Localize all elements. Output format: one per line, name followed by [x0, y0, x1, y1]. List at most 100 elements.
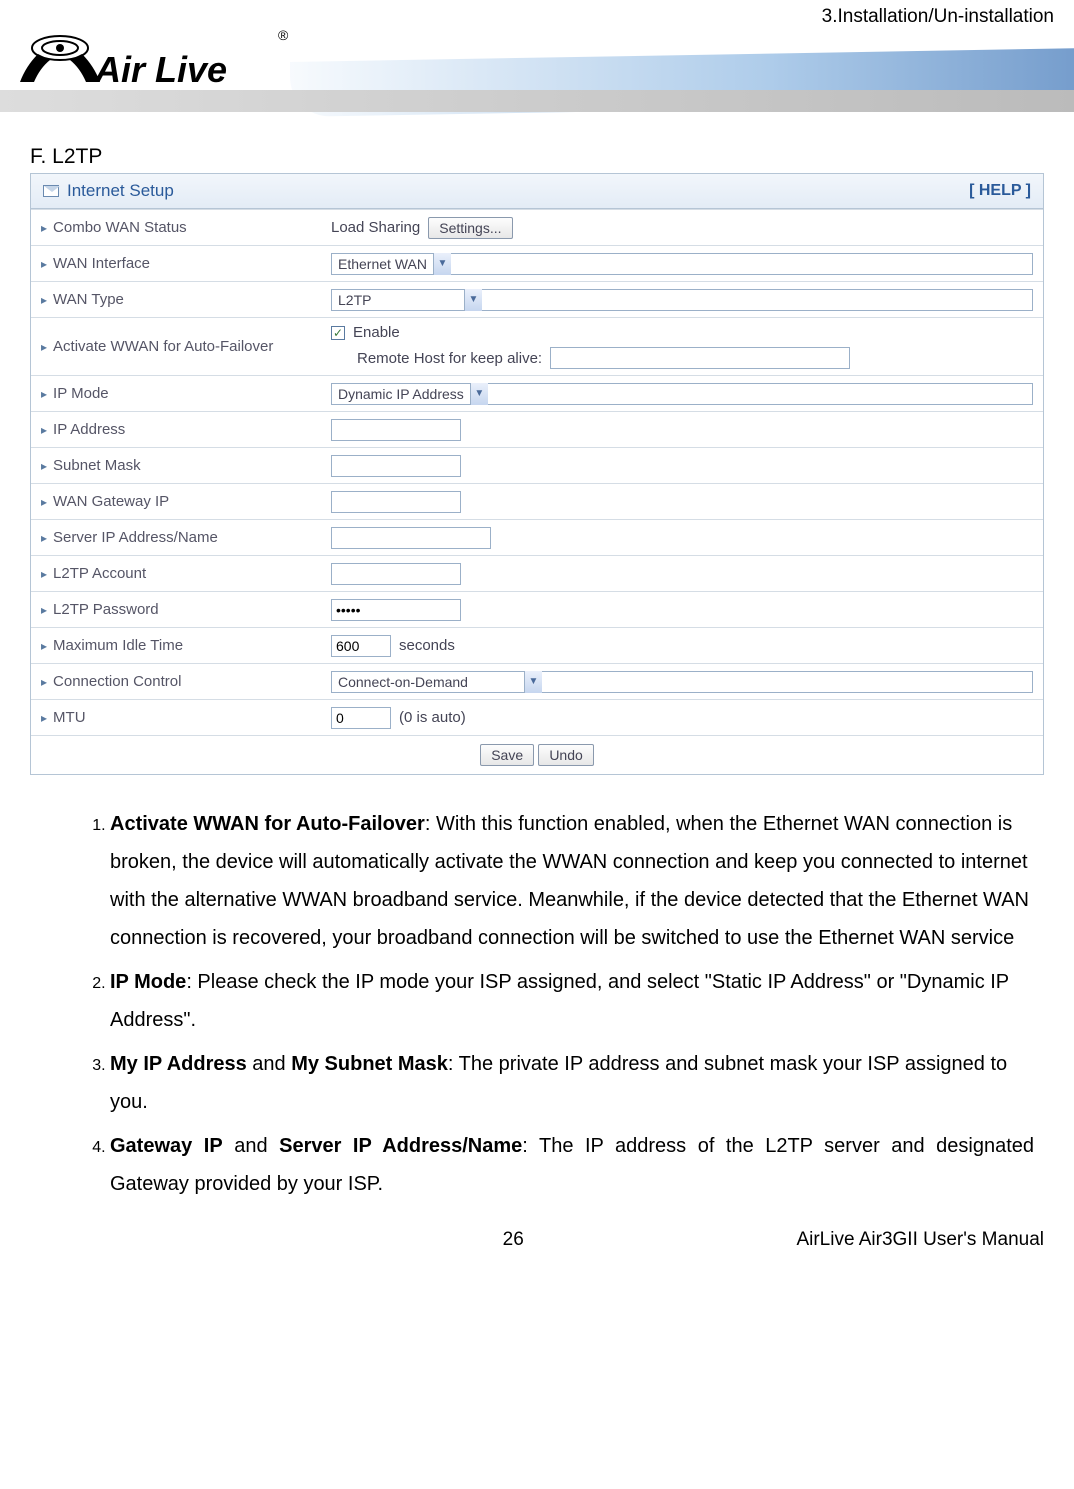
- label-wan-type: WAN Type: [53, 291, 124, 308]
- wan-type-select[interactable]: L2TP ▼: [331, 289, 1033, 311]
- chevron-right-icon: ▸: [41, 567, 47, 581]
- wan-gateway-input[interactable]: [331, 491, 461, 513]
- chevron-down-icon: ▼: [433, 253, 451, 275]
- term-my-ip: My IP Address: [110, 1053, 247, 1075]
- chevron-right-icon: ▸: [41, 423, 47, 437]
- row-activate-wwan: ▸ Activate WWAN for Auto-Failover ✓ Enabl…: [31, 317, 1043, 375]
- server-ip-input[interactable]: [331, 527, 491, 549]
- list-item: Activate WWAN for Auto-Failover: With th…: [110, 805, 1034, 957]
- settings-button[interactable]: Settings...: [428, 217, 512, 239]
- remote-host-input[interactable]: [550, 347, 850, 369]
- term-my-subnet: My Subnet Mask: [291, 1053, 448, 1075]
- term-ip-mode: IP Mode: [110, 971, 186, 993]
- chevron-right-icon: ▸: [41, 639, 47, 653]
- brand-logo: Air Live ®: [20, 20, 290, 105]
- internet-setup-panel: Internet Setup [ HELP ] ▸ Combo WAN Statu…: [30, 173, 1044, 775]
- panel-header: Internet Setup [ HELP ]: [31, 174, 1043, 209]
- row-ip-address: ▸ IP Address: [31, 411, 1043, 447]
- label-l2tp-account: L2TP Account: [53, 565, 146, 582]
- manual-title: AirLive Air3GII User's Manual: [796, 1229, 1044, 1251]
- label-mtu: MTU: [53, 709, 86, 726]
- chevron-right-icon: ▸: [41, 340, 47, 354]
- wan-interface-select[interactable]: Ethernet WAN ▼: [331, 253, 1033, 275]
- label-subnet-mask: Subnet Mask: [53, 457, 141, 474]
- chevron-down-icon: ▼: [524, 671, 542, 693]
- checkbox-checked-icon: ✓: [331, 326, 345, 340]
- wan-interface-value: Ethernet WAN: [338, 256, 427, 272]
- logo-text: Air Live: [94, 49, 227, 90]
- label-activate-wwan: Activate WWAN for Auto-Failover: [53, 338, 273, 355]
- chevron-right-icon: ▸: [41, 675, 47, 689]
- row-ip-mode: ▸ IP Mode Dynamic IP Address ▼: [31, 375, 1043, 411]
- label-enable: Enable: [353, 324, 400, 341]
- connection-control-select[interactable]: Connect-on-Demand ▼: [331, 671, 1033, 693]
- row-combo-wan-status: ▸ Combo WAN Status Load Sharing Settings.…: [31, 209, 1043, 245]
- page-number: 26: [230, 1229, 796, 1251]
- connection-control-value: Connect-on-Demand: [338, 674, 518, 690]
- panel-title: Internet Setup: [67, 181, 174, 201]
- header-breadcrumb: 3.Installation/Un-installation: [822, 6, 1054, 28]
- list-item: Gateway IP and Server IP Address/Name: T…: [110, 1127, 1034, 1203]
- text-item2: : Please check the IP mode your ISP assi…: [110, 971, 1009, 1031]
- chevron-right-icon: ▸: [41, 711, 47, 725]
- chevron-right-icon: ▸: [41, 387, 47, 401]
- list-item: IP Mode: Please check the IP mode your I…: [110, 963, 1034, 1039]
- label-wan-gateway: WAN Gateway IP: [53, 493, 169, 510]
- undo-button[interactable]: Undo: [538, 744, 593, 766]
- chevron-right-icon: ▸: [41, 221, 47, 235]
- label-max-idle: Maximum Idle Time: [53, 637, 183, 654]
- page-footer: 26 AirLive Air3GII User's Manual: [0, 1209, 1074, 1271]
- row-l2tp-password: ▸ L2TP Password: [31, 591, 1043, 627]
- max-idle-input[interactable]: [331, 635, 391, 657]
- row-l2tp-account: ▸ L2TP Account: [31, 555, 1043, 591]
- row-wan-type: ▸ WAN Type L2TP ▼: [31, 281, 1043, 317]
- section-title: F. L2TP: [30, 145, 1044, 169]
- label-remote-host: Remote Host for keep alive:: [357, 350, 542, 367]
- ip-mode-value: Dynamic IP Address: [338, 386, 464, 402]
- l2tp-account-input[interactable]: [331, 563, 461, 585]
- text-and-4: and: [223, 1135, 279, 1157]
- row-connection-control: ▸ Connection Control Connect-on-Demand ▼: [31, 663, 1043, 699]
- logo-registered: ®: [278, 27, 289, 43]
- term-server-ip: Server IP Address/Name: [279, 1135, 522, 1157]
- row-max-idle: ▸ Maximum Idle Time seconds: [31, 627, 1043, 663]
- chevron-right-icon: ▸: [41, 293, 47, 307]
- l2tp-password-input[interactable]: [331, 599, 461, 621]
- mail-icon: [43, 185, 59, 197]
- help-link[interactable]: [ HELP ]: [969, 182, 1031, 200]
- text-and-3: and: [247, 1053, 291, 1075]
- save-button[interactable]: Save: [480, 744, 534, 766]
- label-ip-address: IP Address: [53, 421, 125, 438]
- mtu-input[interactable]: [331, 707, 391, 729]
- chevron-right-icon: ▸: [41, 603, 47, 617]
- list-item: My IP Address and My Subnet Mask: The pr…: [110, 1045, 1034, 1121]
- description-list: Activate WWAN for Auto-Failover: With th…: [30, 775, 1044, 1203]
- row-subnet-mask: ▸ Subnet Mask: [31, 447, 1043, 483]
- row-server-ip: ▸ Server IP Address/Name: [31, 519, 1043, 555]
- row-wan-interface: ▸ WAN Interface Ethernet WAN ▼: [31, 245, 1043, 281]
- term-activate-wwan: Activate WWAN for Auto-Failover: [110, 813, 425, 835]
- chevron-right-icon: ▸: [41, 257, 47, 271]
- chevron-right-icon: ▸: [41, 495, 47, 509]
- label-wan-interface: WAN Interface: [53, 255, 150, 272]
- label-ip-mode: IP Mode: [53, 385, 109, 402]
- ip-address-input[interactable]: [331, 419, 461, 441]
- row-wan-gateway: ▸ WAN Gateway IP: [31, 483, 1043, 519]
- chevron-right-icon: ▸: [41, 459, 47, 473]
- label-server-ip: Server IP Address/Name: [53, 529, 218, 546]
- label-combo-wan: Combo WAN Status: [53, 219, 187, 236]
- label-l2tp-password: L2TP Password: [53, 601, 159, 618]
- ip-mode-select[interactable]: Dynamic IP Address ▼: [331, 383, 1033, 405]
- label-load-sharing: Load Sharing: [331, 219, 420, 236]
- page-header: 3.Installation/Un-installation Air Live …: [0, 0, 1074, 130]
- enable-checkbox[interactable]: ✓: [331, 326, 345, 340]
- panel-footer: Save Undo: [31, 735, 1043, 774]
- label-conn-ctrl: Connection Control: [53, 673, 181, 690]
- chevron-right-icon: ▸: [41, 531, 47, 545]
- term-gateway-ip: Gateway IP: [110, 1135, 223, 1157]
- chevron-down-icon: ▼: [470, 383, 488, 405]
- label-mtu-note: (0 is auto): [399, 709, 466, 726]
- subnet-mask-input[interactable]: [331, 455, 461, 477]
- label-seconds: seconds: [399, 637, 455, 654]
- chevron-down-icon: ▼: [464, 289, 482, 311]
